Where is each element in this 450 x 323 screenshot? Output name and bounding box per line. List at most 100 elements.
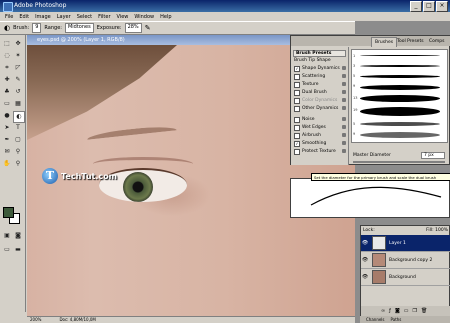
lock-icon[interactable] [342,66,346,70]
checkbox-icon[interactable] [294,89,300,96]
brush-stroke[interactable] [360,95,440,102]
brush-stroke[interactable] [360,55,440,56]
layer-row[interactable]: 👁 Background [361,269,450,286]
trash-icon[interactable]: 🗑 [421,308,427,314]
visibility-eye-icon[interactable]: 👁 [361,240,369,246]
option-texture[interactable]: Texture [294,81,348,88]
history-brush-icon[interactable]: ↺ [13,87,23,97]
zoom-level[interactable]: 200% [30,317,41,323]
eraser-tool-icon[interactable]: ▭ [2,99,12,109]
new-layer-icon[interactable]: ❐ [413,308,417,314]
checkbox-icon[interactable] [294,148,300,155]
minimize-button[interactable]: _ [410,1,422,12]
option-shape-dynamics[interactable]: ✓ Shape Dynamics [294,65,348,72]
brush-stroke[interactable] [360,107,440,116]
brush-tool-icon[interactable]: ✎ [13,75,23,85]
notes-tool-icon[interactable]: ✉ [2,147,12,157]
shape-tool-icon[interactable]: ▢ [13,135,23,145]
exposure-input[interactable]: 28% [124,23,142,33]
lock-icon[interactable] [342,106,346,110]
master-diameter-input[interactable]: 7 px [421,152,445,159]
checkbox-icon[interactable] [294,132,300,139]
eyedropper-icon[interactable]: ⚲ [13,147,23,157]
crop-tool-icon[interactable]: ⌗ [2,63,12,73]
visibility-eye-icon[interactable]: 👁 [361,274,369,280]
checkbox-icon[interactable]: ✓ [294,65,300,72]
brush-stroke[interactable] [360,85,440,90]
standard-mode-icon[interactable]: ▣ [2,231,12,241]
tab-channels[interactable]: Channels [366,316,385,323]
menu-view[interactable]: View [114,14,132,20]
brush-size-picker[interactable]: 9 [32,23,42,33]
menu-select[interactable]: Select [74,14,95,20]
brush-stroke[interactable] [360,132,440,138]
layer-style-icon[interactable]: ƒ [389,308,391,314]
clone-stamp-icon[interactable]: ♣ [2,87,12,97]
option-color-dynamics[interactable]: Color Dynamics [294,97,348,104]
link-icon[interactable]: ∞ [381,308,385,314]
layer-row[interactable]: 👁 Background copy 2 [361,252,450,269]
option-dual-brush[interactable]: Dual Brush [294,89,348,96]
burn-tool-icon[interactable]: ◐ [13,111,25,123]
pen-tool-icon[interactable]: ✒ [2,135,12,145]
maximize-button[interactable]: □ [423,1,435,12]
menu-edit[interactable]: Edit [16,14,32,20]
lasso-tool-icon[interactable]: ◌ [2,51,12,61]
lock-icon[interactable] [342,149,346,153]
checkbox-icon[interactable]: ✓ [294,140,300,147]
menu-window[interactable]: Window [131,14,157,20]
range-select[interactable]: Midtones [64,23,94,33]
checkbox-icon[interactable] [294,116,300,123]
fill-input[interactable]: 100% [435,228,448,233]
option-scattering[interactable]: Scattering [294,73,348,80]
option-wet-edges[interactable]: Wet Edges [294,124,348,131]
option-smoothing[interactable]: ✓ Smoothing [294,140,348,147]
brush-tip-shape[interactable]: Brush Tip Shape [294,58,331,64]
lock-icon[interactable] [342,74,346,78]
quick-mask-icon[interactable]: ◙ [13,231,23,241]
screen-mode-icon[interactable]: ▭ [2,245,12,255]
lock-icon[interactable] [342,141,346,145]
tab-paths[interactable]: Paths [391,316,402,323]
master-diameter-slider[interactable] [353,161,445,163]
close-button[interactable]: × [436,1,448,12]
magic-wand-icon[interactable]: ✶ [13,51,23,61]
brush-stroke[interactable] [360,65,440,67]
checkbox-icon[interactable] [294,124,300,131]
lock-icon[interactable] [342,117,346,121]
lock-icon[interactable] [342,90,346,94]
lock-icon[interactable] [342,133,346,137]
airbrush-icon[interactable]: ✎ [145,24,151,32]
checkbox-icon[interactable] [294,81,300,88]
lock-icon[interactable] [342,125,346,129]
brush-stroke[interactable] [360,122,440,126]
layer-row[interactable]: 👁 Layer 1 [361,235,450,252]
menu-help[interactable]: Help [157,14,174,20]
fullscreen-mode-icon[interactable]: ▬ [13,245,23,255]
brush-preset-strokes[interactable]: 1 3 5 9 13 19 5 9 [351,49,448,143]
zoom-tool-icon[interactable]: ⚲ [13,159,23,169]
move-tool-icon[interactable]: ✥ [13,39,23,49]
mask-icon[interactable]: ◙ [395,308,400,314]
type-tool-icon[interactable]: T [13,123,23,133]
lock-icon[interactable] [342,82,346,86]
menu-layer[interactable]: Layer [54,14,74,20]
option-protect-texture[interactable]: Protect Texture [294,148,348,155]
tab-comps[interactable]: Comps [426,37,447,46]
foreground-color-swatch[interactable] [3,207,14,218]
menu-image[interactable]: Image [32,14,54,20]
lock-icon[interactable] [342,98,346,102]
menu-filter[interactable]: Filter [95,14,113,20]
option-other-dynamics[interactable]: Other Dynamics [294,105,348,112]
visibility-eye-icon[interactable]: 👁 [361,257,369,263]
checkbox-icon[interactable] [294,105,300,112]
folder-icon[interactable]: ▭ [404,308,409,314]
healing-brush-icon[interactable]: ✚ [2,75,12,85]
gradient-tool-icon[interactable]: ▦ [13,99,23,109]
blur-tool-icon[interactable]: ● [2,111,12,121]
burn-tool-icon[interactable]: ◐ [4,24,10,32]
checkbox-icon[interactable] [294,73,300,80]
tab-tool-presets[interactable]: Tool Presets [394,37,427,46]
path-selection-icon[interactable]: ➤ [2,123,12,133]
marquee-tool-icon[interactable]: ⬚ [2,39,12,49]
